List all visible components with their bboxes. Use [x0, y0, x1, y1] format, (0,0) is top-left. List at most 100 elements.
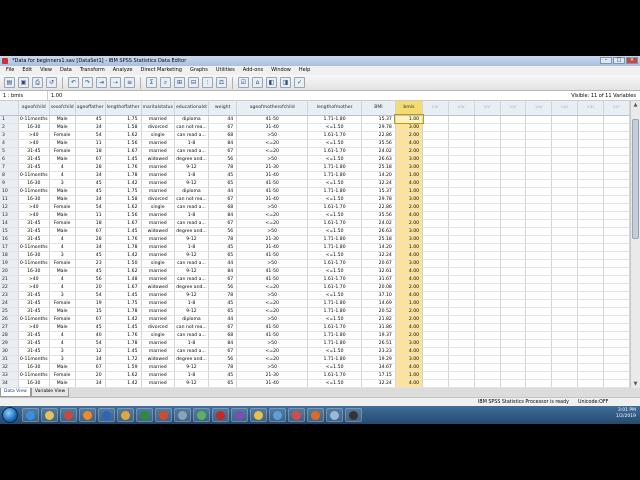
insert-variable-icon[interactable]: ⊟	[188, 77, 199, 88]
cell-bmis[interactable]: 4.00	[395, 323, 424, 332]
cell-lengthofmother[interactable]: <=1.50	[307, 315, 363, 324]
empty-cell[interactable]	[474, 323, 501, 332]
cell-ageofmotherofchild[interactable]: 41-50	[236, 267, 309, 276]
use-sets-icon[interactable]: ◧	[266, 77, 277, 88]
cell-ageofmotherofchild[interactable]: <=20	[236, 147, 309, 156]
cell-weight[interactable]: 68	[208, 203, 238, 212]
empty-cell[interactable]	[448, 227, 475, 236]
cell-maritalstatus[interactable]: married	[141, 379, 175, 388]
cell-ageofchild[interactable]: 16-30	[18, 379, 50, 388]
cell-bmis[interactable]: 4.00	[395, 179, 424, 188]
cell-bmis[interactable]: 2.00	[395, 147, 424, 156]
empty-cell[interactable]	[603, 211, 630, 220]
cell-ageoffather[interactable]: 18	[75, 219, 106, 228]
row-number[interactable]: 28	[0, 331, 19, 340]
cell-ageoffather[interactable]: 28	[75, 235, 106, 244]
empty-cell[interactable]	[422, 171, 449, 180]
empty-cell[interactable]	[448, 267, 475, 276]
empty-cell[interactable]	[448, 291, 475, 300]
empty-cell[interactable]	[422, 179, 449, 188]
spell-check-icon[interactable]: ✓	[294, 77, 305, 88]
empty-cell[interactable]	[577, 163, 605, 172]
empty-cell[interactable]	[551, 235, 579, 244]
cell-sexofchild[interactable]: Male	[49, 267, 76, 276]
empty-cell[interactable]	[500, 195, 527, 204]
cell-educationalst[interactable]: 9-12	[174, 163, 210, 172]
cell-ageofchild[interactable]: 0-11months	[18, 115, 50, 124]
cell-bmi[interactable]: 32.24	[361, 179, 396, 188]
cell-lengthoffather[interactable]: 1.48	[105, 275, 142, 284]
cell-weight[interactable]: 68	[208, 331, 238, 340]
cell-maritalstatus[interactable]: married	[141, 243, 175, 252]
goto-variable-icon[interactable]: ⇢	[110, 77, 121, 88]
cell-maritalstatus[interactable]: married	[141, 315, 175, 324]
cell-bmis[interactable]: 3.00	[395, 227, 424, 236]
empty-cell[interactable]	[577, 115, 605, 124]
empty-cell[interactable]	[448, 187, 475, 196]
column-header-maritalstatus[interactable]: maritalstatus	[141, 101, 175, 116]
cell-ageoffather[interactable]: 40	[75, 331, 106, 340]
cell-lengthoffather[interactable]: 1.75	[105, 187, 142, 196]
cell-sexofchild[interactable]: 4	[49, 275, 76, 284]
column-header-sexofchild[interactable]: sexofchild	[49, 101, 76, 116]
cell-lengthoffather[interactable]: 1.75	[105, 115, 142, 124]
taskbar-camera-button[interactable]	[345, 408, 362, 422]
cell-ageofchild[interactable]: 16-30	[18, 195, 50, 204]
row-number[interactable]: 6	[0, 155, 19, 164]
cell-maritalstatus[interactable]: married	[141, 339, 175, 348]
cell-ageofmotherofchild[interactable]: >50	[236, 203, 309, 212]
cell-bmis[interactable]: 2.00	[395, 331, 424, 340]
cell-lengthofmother[interactable]: 1.71-1.80	[307, 355, 363, 364]
empty-cell[interactable]	[448, 323, 475, 332]
empty-cell[interactable]	[422, 147, 449, 156]
cell-ageofmotherofchild[interactable]: 21-30	[236, 163, 309, 172]
menu-transform[interactable]: Transform	[76, 66, 109, 75]
cell-lengthofmother[interactable]: 1.71-1.80	[307, 331, 363, 340]
empty-cell[interactable]	[422, 139, 449, 148]
empty-cell[interactable]	[474, 163, 501, 172]
cell-ageofmotherofchild[interactable]: >50	[236, 315, 309, 324]
cell-bmi[interactable]: 20.08	[361, 283, 396, 292]
start-button[interactable]	[2, 407, 18, 423]
cell-bmis[interactable]: 4.00	[395, 267, 424, 276]
cell-lengthofmother[interactable]: 1.71-1.80	[307, 299, 363, 308]
empty-cell[interactable]	[448, 315, 475, 324]
cell-maritalstatus[interactable]: married	[141, 211, 175, 220]
cell-bmi[interactable]: 32.24	[361, 379, 396, 388]
empty-cell[interactable]	[474, 331, 501, 340]
empty-cell[interactable]	[448, 379, 475, 388]
cell-bmis[interactable]: 3.00	[395, 123, 424, 132]
cell-maritalstatus[interactable]: married	[141, 219, 175, 228]
cell-educationalst[interactable]: can read a...	[174, 347, 210, 356]
empty-cell[interactable]	[551, 379, 579, 388]
cell-lengthoffather[interactable]: 1.50	[105, 259, 142, 268]
empty-cell[interactable]	[500, 203, 527, 212]
cell-ageoffather[interactable]: 45	[75, 323, 106, 332]
empty-cell[interactable]	[551, 155, 579, 164]
row-number[interactable]: 13	[0, 211, 19, 220]
empty-cell[interactable]	[525, 371, 553, 380]
cell-ageofmotherofchild[interactable]: 41-50	[236, 251, 309, 260]
cell-ageofchild[interactable]: >40	[18, 283, 50, 292]
taskbar-spss-button[interactable]	[60, 408, 77, 422]
empty-cell[interactable]	[603, 131, 630, 140]
cell-lengthoffather[interactable]: 1.75	[105, 299, 142, 308]
empty-cell[interactable]	[525, 363, 553, 372]
empty-cell[interactable]	[448, 219, 475, 228]
empty-cell[interactable]	[448, 171, 475, 180]
empty-cell[interactable]	[474, 155, 501, 164]
cell-ageoffather[interactable]: 67	[75, 155, 106, 164]
empty-cell[interactable]	[551, 331, 579, 340]
empty-cell[interactable]	[448, 299, 475, 308]
cell-maritalstatus[interactable]: married	[141, 187, 175, 196]
empty-cell[interactable]	[551, 123, 579, 132]
cell-ageofmotherofchild[interactable]: 41-50	[236, 179, 309, 188]
empty-cell[interactable]	[500, 379, 527, 388]
cell-ageofmotherofchild[interactable]: 31-40	[236, 243, 309, 252]
menu-window[interactable]: Window	[267, 66, 295, 75]
cell-lengthofmother[interactable]: 1.71-1.80	[307, 339, 363, 348]
empty-cell[interactable]	[603, 291, 630, 300]
cell-ageoffather[interactable]: 54	[75, 131, 106, 140]
cell-educationalst[interactable]: can read a...	[174, 259, 210, 268]
empty-cell[interactable]	[525, 235, 553, 244]
